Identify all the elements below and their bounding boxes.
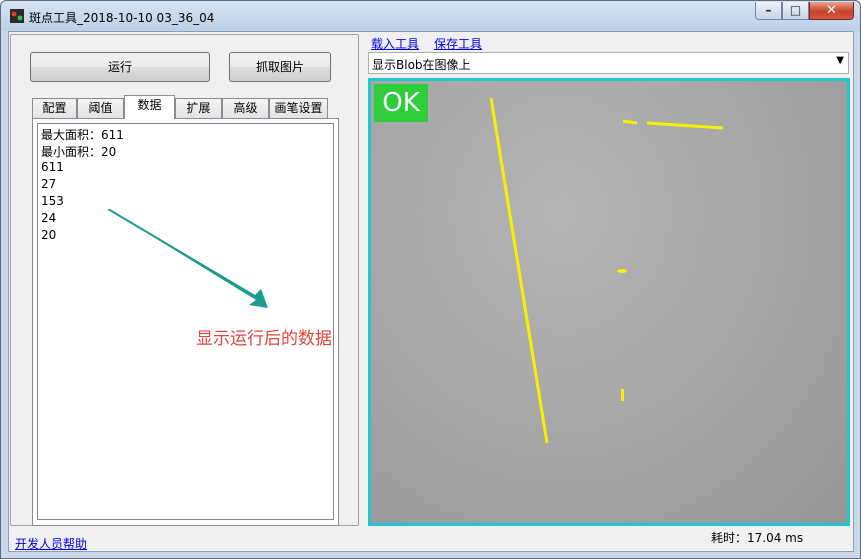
blob-small-mark bbox=[621, 389, 624, 401]
blob-spot bbox=[617, 269, 627, 273]
blob-short-segment bbox=[622, 119, 638, 125]
window-title: 斑点工具_2018-10-10 03_36_04 bbox=[29, 11, 215, 25]
grab-image-button[interactable]: 抓取图片 bbox=[229, 52, 331, 82]
app-icon bbox=[10, 9, 24, 23]
elapsed-time-label: 耗时：17.04 ms bbox=[711, 531, 804, 545]
annotation-arrow-icon bbox=[108, 209, 268, 308]
minimize-button[interactable]: – bbox=[755, 2, 782, 20]
run-button[interactable]: 运行 bbox=[30, 52, 210, 82]
dropdown-arrow-icon: ▼ bbox=[836, 55, 844, 66]
image-viewer[interactable]: OK bbox=[368, 78, 850, 526]
list-item: 24 bbox=[41, 211, 57, 225]
tab-advanced[interactable]: 高级 bbox=[222, 98, 269, 118]
display-mode-value: 显示Blob在图像上 bbox=[372, 58, 471, 72]
data-tab-panel: 最大面积：611 最小面积：20 611 27 153 24 20 显示运行后的… bbox=[32, 118, 339, 526]
title-bar[interactable]: 斑点工具_2018-10-10 03_36_04 – □ ✕ bbox=[1, 1, 860, 31]
tab-brush-settings[interactable]: 画笔设置 bbox=[269, 98, 328, 118]
save-tool-link[interactable]: 保存工具 bbox=[434, 35, 482, 52]
list-item: 最小面积：20 bbox=[41, 145, 117, 159]
list-item: 20 bbox=[41, 228, 57, 242]
minimize-icon: – bbox=[765, 3, 772, 17]
blob-top-line bbox=[646, 121, 724, 130]
left-panel: 运行 抓取图片 配置 阈值 数据 扩展 高级 画笔设置 最大面积：611 最小面… bbox=[10, 34, 359, 526]
list-item: 611 bbox=[41, 160, 64, 174]
result-ok-badge: OK bbox=[374, 84, 428, 122]
tab-config[interactable]: 配置 bbox=[32, 98, 77, 118]
maximize-icon: □ bbox=[789, 3, 802, 17]
close-button[interactable]: ✕ bbox=[809, 2, 854, 20]
close-icon: ✕ bbox=[826, 3, 837, 18]
list-item: 最大面积：611 bbox=[41, 128, 124, 142]
developer-help-link[interactable]: 开发人员帮助 bbox=[15, 535, 87, 552]
load-tool-link[interactable]: 载入工具 bbox=[371, 35, 419, 52]
list-item: 153 bbox=[41, 194, 64, 208]
tab-data[interactable]: 数据 bbox=[124, 95, 175, 119]
list-item: 27 bbox=[41, 177, 57, 191]
blob-long-line bbox=[489, 97, 549, 444]
tab-threshold[interactable]: 阈值 bbox=[77, 98, 124, 118]
data-listbox[interactable]: 最大面积：611 最小面积：20 611 27 153 24 20 显示运行后的… bbox=[37, 123, 334, 520]
app-window: 斑点工具_2018-10-10 03_36_04 – □ ✕ 运行 抓取图片 配… bbox=[0, 0, 861, 559]
tab-extend[interactable]: 扩展 bbox=[175, 98, 222, 118]
blob-overlay bbox=[489, 97, 724, 444]
display-mode-select[interactable]: 显示Blob在图像上 ▼ bbox=[368, 52, 849, 74]
annotation-text: 显示运行后的数据 bbox=[196, 329, 332, 349]
maximize-button[interactable]: □ bbox=[782, 2, 809, 20]
client-area: 运行 抓取图片 配置 阈值 数据 扩展 高级 画笔设置 最大面积：611 最小面… bbox=[8, 31, 854, 552]
